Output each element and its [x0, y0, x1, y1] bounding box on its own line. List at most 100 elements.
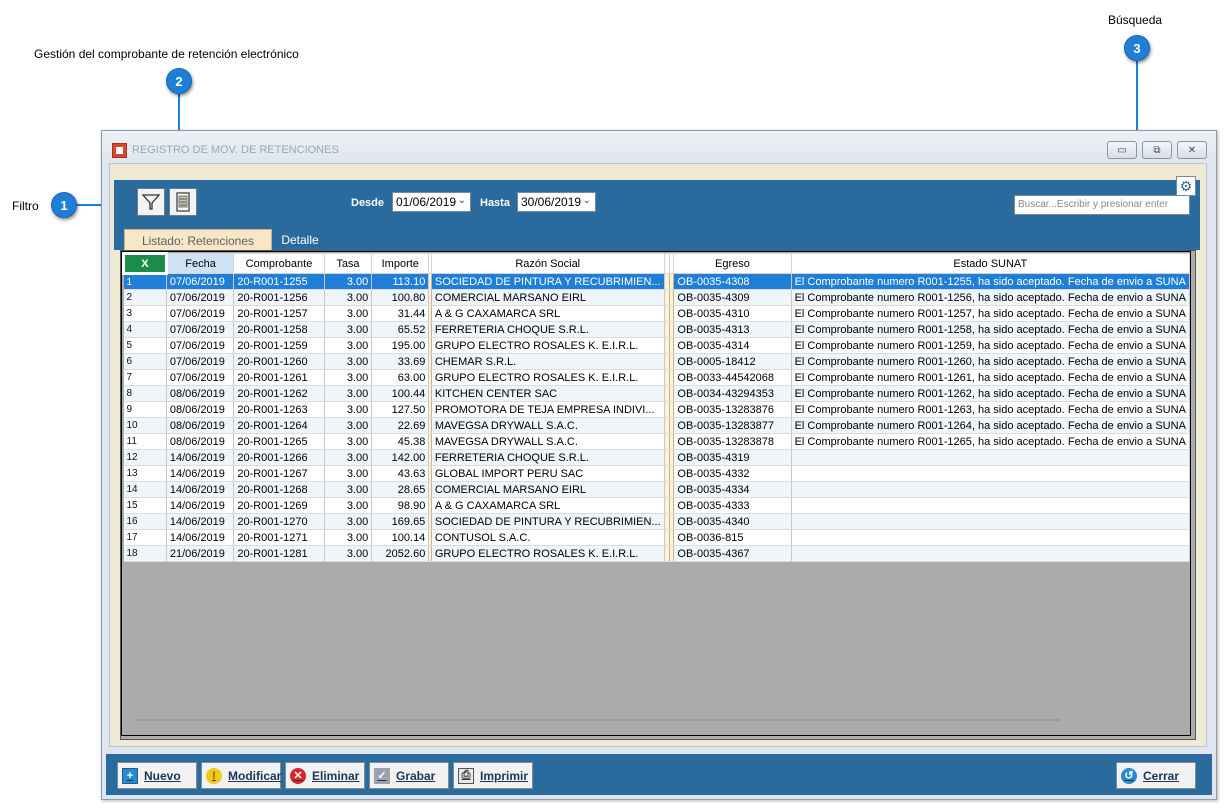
app-icon	[112, 143, 127, 158]
table-row[interactable]: 5 07/06/2019 20-R001-1259 3.00 195.00 GRUPO E…	[123, 337, 1190, 354]
cell-importe: 65.52	[371, 321, 430, 338]
cell-estado-sunat: El Comprobante numero R001-1257, ha sido…	[791, 305, 1190, 322]
cell-fecha: 14/06/2019	[166, 529, 235, 546]
table-row[interactable]: 18 21/06/2019 20-R001-1281 3.00 2052.60 GRUPO…	[123, 545, 1190, 562]
desde-date-picker[interactable]: 01/06/2019 ⌄	[392, 192, 471, 212]
annotation-gestion: Gestión del comprobante de retención ele…	[34, 47, 299, 61]
cerrar-button[interactable]: ↺ Cerrar	[1116, 762, 1196, 789]
cell-fecha: 07/06/2019	[166, 305, 235, 322]
cell-estado-sunat: El Comprobante numero R001-1263, ha sido…	[791, 401, 1190, 418]
cell-razon-social: A & G CAXAMARCA SRL	[431, 497, 665, 514]
document-button[interactable]	[169, 188, 197, 216]
cell-importe: 100.44	[371, 385, 430, 402]
table-row[interactable]: 14 14/06/2019 20-R001-1268 3.00 28.65 COMERCI…	[123, 481, 1190, 498]
chevron-down-icon: ⌄	[582, 195, 591, 206]
table-row[interactable]: 7 07/06/2019 20-R001-1261 3.00 63.00 GRUPO EL…	[123, 369, 1190, 386]
header-estado-sunat[interactable]: Estado SUNAT	[790, 253, 1190, 274]
desde-label: Desde	[351, 197, 385, 209]
table-row[interactable]: 4 07/06/2019 20-R001-1258 3.00 65.52 FERRETER…	[123, 321, 1190, 338]
callout-1: 1	[51, 192, 77, 218]
close-window-button[interactable]: ✕	[1177, 141, 1207, 159]
desde-date-value: 01/06/2019	[396, 195, 457, 209]
cell-razon-social: COMERCIAL MARSANO EIRL	[431, 481, 665, 498]
tab-detalle[interactable]: Detalle	[272, 229, 328, 250]
annotation-busqueda: Búsqueda	[1108, 13, 1163, 27]
table-row[interactable]: 17 14/06/2019 20-R001-1271 3.00 100.14 CONTUS…	[123, 529, 1190, 546]
imprimir-button[interactable]: ⎙ Imprimir	[453, 762, 533, 789]
table-row[interactable]: 2 07/06/2019 20-R001-1256 3.00 100.80 COMERCI…	[123, 289, 1190, 306]
header-importe[interactable]: Importe	[371, 253, 430, 274]
cell-importe: 195.00	[371, 337, 430, 354]
cell-comprobante: 20-R001-1260	[233, 353, 325, 370]
cell-estado-sunat	[791, 513, 1190, 530]
cell-estado-sunat: El Comprobante numero R001-1258, ha sido…	[791, 321, 1190, 338]
new-record-icon: +	[122, 767, 138, 784]
gear-icon: ⚙	[1179, 177, 1193, 194]
table-row[interactable]: 9 08/06/2019 20-R001-1263 3.00 127.50 PROMOTO…	[123, 401, 1190, 418]
row-number: 8	[123, 385, 167, 402]
modificar-button[interactable]: ! Modificar	[201, 762, 281, 789]
cell-importe: 45.38	[371, 433, 430, 450]
cell-comprobante: 20-R001-1267	[233, 465, 325, 482]
cell-comprobante: 20-R001-1269	[233, 497, 325, 514]
select-all-header[interactable]: X	[122, 252, 168, 275]
cell-estado-sunat	[791, 449, 1190, 466]
table-row[interactable]: 8 08/06/2019 20-R001-1262 3.00 100.44 KITCHEN…	[123, 385, 1190, 402]
app-window: REGISTRO DE MOV. DE RETENCIONES ▭ ⧉ ✕ De…	[101, 130, 1217, 800]
hasta-date-picker[interactable]: 30/06/2019 ⌄	[517, 192, 596, 212]
callout-2: 2	[166, 68, 192, 94]
cell-egreso: OB-0035-4367	[673, 545, 792, 562]
table-row[interactable]: 12 14/06/2019 20-R001-1266 3.00 142.00 FERRET…	[123, 449, 1190, 466]
cell-tasa: 3.00	[324, 353, 373, 370]
chevron-down-icon: ⌄	[457, 195, 466, 206]
cell-estado-sunat: El Comprobante numero R001-1260, ha sido…	[791, 353, 1190, 370]
table-row[interactable]: 3 07/06/2019 20-R001-1257 3.00 31.44 A & G CA…	[123, 305, 1190, 322]
maximize-button[interactable]: ⧉	[1142, 141, 1172, 159]
table-row[interactable]: 16 14/06/2019 20-R001-1270 3.00 169.65 SOCIED…	[123, 513, 1190, 530]
eliminar-label: Eliminar	[312, 768, 360, 783]
nuevo-button[interactable]: + Nuevo	[117, 762, 197, 789]
settings-button[interactable]: ⚙	[1176, 176, 1196, 196]
cell-tasa: 3.00	[324, 385, 373, 402]
cell-razon-social: KITCHEN CENTER SAC	[431, 385, 665, 402]
cell-tasa: 3.00	[324, 433, 373, 450]
table-row[interactable]: 10 08/06/2019 20-R001-1264 3.00 22.69 MAVEGSA…	[123, 417, 1190, 434]
tab-listado-retenciones[interactable]: Listado: Retenciones	[124, 229, 272, 250]
cell-fecha: 08/06/2019	[166, 417, 235, 434]
retenciones-table: X Fecha Comprobante Tasa Importe Razón S…	[122, 252, 1190, 562]
header-fecha[interactable]: Fecha	[165, 253, 235, 274]
search-input[interactable]: Buscar...Escribir y presionar enter	[1014, 195, 1190, 215]
table-row[interactable]: 13 14/06/2019 20-R001-1267 3.00 43.63 GLOBAL …	[123, 465, 1190, 482]
cell-estado-sunat: El Comprobante numero R001-1255, ha sido…	[791, 273, 1190, 290]
eliminar-button[interactable]: ✕ Eliminar	[285, 762, 365, 789]
row-number: 9	[123, 401, 167, 418]
header-comprobante[interactable]: Comprobante	[233, 253, 325, 274]
cell-egreso: OB-0036-815	[673, 529, 792, 546]
cell-razon-social: MAVEGSA DRYWALL S.A.C.	[431, 433, 665, 450]
cell-estado-sunat	[791, 545, 1190, 562]
horizontal-scrollbar[interactable]	[138, 719, 1060, 721]
table-row[interactable]: 1 07/06/2019 20-R001-1255 3.00 113.10 SOCIEDA…	[123, 273, 1190, 290]
table-row[interactable]: 11 08/06/2019 20-R001-1265 3.00 45.38 MAVEGSA…	[123, 433, 1190, 450]
cell-egreso: OB-0035-4314	[673, 337, 792, 354]
cell-tasa: 3.00	[324, 369, 373, 386]
header-razon-social[interactable]: Razón Social	[430, 253, 665, 274]
cell-estado-sunat: El Comprobante numero R001-1262, ha sido…	[791, 385, 1190, 402]
cell-razon-social: SOCIEDAD DE PINTURA Y RECUBRIMIEN...	[431, 513, 665, 530]
grabar-button[interactable]: ✓ Grabar	[369, 762, 449, 789]
cell-comprobante: 20-R001-1263	[233, 401, 325, 418]
minimize-button[interactable]: ▭	[1107, 141, 1137, 159]
table-row[interactable]: 15 14/06/2019 20-R001-1269 3.00 98.90 A & G C…	[123, 497, 1190, 514]
header-tasa[interactable]: Tasa	[323, 253, 373, 274]
cell-egreso: OB-0035-4340	[673, 513, 792, 530]
cell-comprobante: 20-R001-1258	[233, 321, 325, 338]
cell-fecha: 07/06/2019	[166, 353, 235, 370]
cell-tasa: 3.00	[324, 417, 373, 434]
table-row[interactable]: 6 07/06/2019 20-R001-1260 3.00 33.69 CHEMAR S…	[123, 353, 1190, 370]
row-number: 14	[123, 481, 167, 498]
header-egreso[interactable]: Egreso	[673, 253, 792, 274]
cell-importe: 169.65	[371, 513, 430, 530]
row-number: 5	[123, 337, 167, 354]
filter-button[interactable]	[137, 188, 165, 216]
cell-importe: 33.69	[371, 353, 430, 370]
